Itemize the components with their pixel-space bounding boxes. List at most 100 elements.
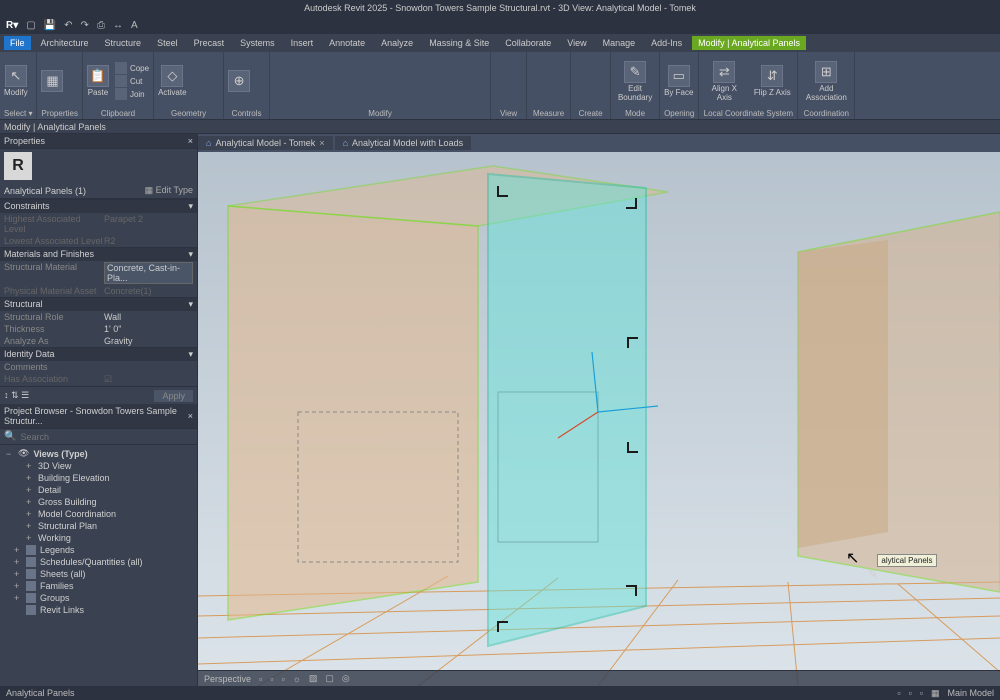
prop-row[interactable]: Physical Material AssetConcrete(1): [0, 285, 197, 297]
array-icon[interactable]: [418, 74, 432, 88]
tree-item[interactable]: +Legends: [0, 544, 197, 556]
qat-measure-icon[interactable]: ↔: [113, 20, 123, 31]
qat-open-icon[interactable]: ▢: [26, 20, 35, 31]
prop-row[interactable]: Highest Associated LevelParapet 2: [0, 213, 197, 235]
tab-steel[interactable]: Steel: [151, 36, 184, 50]
trim-icon[interactable]: [382, 74, 396, 88]
viewport[interactable]: ⌂ Analytical Model - Tomek × ⌂ Analytica…: [198, 134, 1000, 686]
tab-view[interactable]: View: [561, 36, 592, 50]
tree-item[interactable]: +Model Coordination: [0, 508, 197, 520]
tab-structure[interactable]: Structure: [99, 36, 148, 50]
tab-collaborate[interactable]: Collaborate: [499, 36, 557, 50]
prop-row[interactable]: Comments: [0, 361, 197, 373]
tree-item[interactable]: +Groups: [0, 592, 197, 604]
tab-context-modify[interactable]: Modify | Analytical Panels: [692, 36, 806, 50]
tree-item[interactable]: +Schedules/Quantities (all): [0, 556, 197, 568]
tab-massing[interactable]: Massing & Site: [423, 36, 495, 50]
tab-annotate[interactable]: Annotate: [323, 36, 371, 50]
cut-button[interactable]: Cope: [115, 62, 149, 74]
prop-row[interactable]: Has Association☑: [0, 373, 197, 386]
view-tab[interactable]: ⌂ Analytical Model with Loads: [335, 136, 472, 150]
select-pinned-icon[interactable]: ▫: [920, 688, 923, 698]
crop-icon[interactable]: ▢: [325, 673, 334, 684]
prop-row[interactable]: Structural MaterialConcrete, Cast-in-Pla…: [0, 261, 197, 285]
qat-redo-icon[interactable]: ↷: [81, 20, 89, 31]
prop-row[interactable]: Analyze AsGravity: [0, 335, 197, 347]
align-icon[interactable]: [274, 74, 288, 88]
qat-more-icon[interactable]: A: [131, 20, 138, 31]
close-icon[interactable]: ×: [319, 138, 324, 148]
tab-file[interactable]: File: [4, 36, 31, 50]
view-tab[interactable]: ⌂ Analytical Model - Tomek ×: [198, 136, 333, 150]
offset-icon[interactable]: [292, 74, 306, 88]
prop-section-header[interactable]: Identity Data▾: [0, 347, 197, 361]
tab-analyze[interactable]: Analyze: [375, 36, 419, 50]
flip-z-button[interactable]: ⇵Flip Z Axis: [751, 65, 793, 97]
paste-button[interactable]: 📋Paste: [87, 65, 109, 97]
search-input[interactable]: [20, 432, 193, 442]
tab-manage[interactable]: Manage: [597, 36, 642, 50]
edit-type-button[interactable]: ▦ Edit Type: [145, 185, 193, 196]
tree-item[interactable]: Revit Links: [0, 604, 197, 616]
expand-icon[interactable]: ☰: [21, 390, 29, 400]
visual-style-icon[interactable]: ▫: [281, 674, 284, 684]
detail-icon[interactable]: ▫: [270, 674, 273, 684]
prop-row[interactable]: Structural RoleWall: [0, 311, 197, 323]
tab-insert[interactable]: Insert: [285, 36, 320, 50]
status-workset[interactable]: Main Model: [947, 688, 994, 698]
controls-button[interactable]: ⊕: [228, 70, 250, 92]
split-icon[interactable]: [400, 74, 414, 88]
filter-icon[interactable]: ⇅: [11, 390, 19, 400]
scale-icon[interactable]: ▫: [259, 674, 262, 684]
sort-icon[interactable]: ↕: [4, 390, 9, 400]
tree-item[interactable]: +Families: [0, 580, 197, 592]
pin-icon[interactable]: [454, 74, 468, 88]
scene-3d[interactable]: [198, 152, 1000, 686]
delete-icon[interactable]: [472, 74, 486, 88]
tree-item[interactable]: +Working: [0, 532, 197, 544]
tree-item[interactable]: +Sheets (all): [0, 568, 197, 580]
close-icon[interactable]: ×: [188, 411, 193, 421]
select-links-icon[interactable]: ▫: [897, 688, 900, 698]
tab-addins[interactable]: Add-Ins: [645, 36, 688, 50]
join-button[interactable]: Join: [115, 88, 149, 100]
qat-save-icon[interactable]: 💾: [44, 20, 56, 31]
view-mode-label[interactable]: Perspective: [204, 674, 251, 684]
prop-row[interactable]: Thickness1' 0": [0, 323, 197, 335]
modify-button[interactable]: ↖ Modify: [4, 65, 28, 97]
copy-icon[interactable]: [346, 74, 360, 88]
create-icon[interactable]: [575, 73, 591, 89]
tree-item[interactable]: +3D View: [0, 460, 197, 472]
type-selector[interactable]: Analytical Panels (1): [4, 186, 86, 196]
tree-root-views[interactable]: −👁Views (Type): [0, 447, 197, 460]
edit-boundary-button[interactable]: ✎Edit Boundary: [615, 61, 655, 102]
prop-section-header[interactable]: Materials and Finishes▾: [0, 247, 197, 261]
apply-button[interactable]: Apply: [154, 390, 193, 402]
mirror-icon[interactable]: [310, 74, 324, 88]
prop-section-header[interactable]: Structural▾: [0, 297, 197, 311]
tree-item[interactable]: +Detail: [0, 484, 197, 496]
tab-precast[interactable]: Precast: [188, 36, 231, 50]
rotate-icon[interactable]: [364, 74, 378, 88]
sun-icon[interactable]: ☼: [293, 674, 301, 684]
move-icon[interactable]: [328, 74, 342, 88]
tree-item[interactable]: +Building Elevation: [0, 472, 197, 484]
prop-section-header[interactable]: Constraints▾: [0, 199, 197, 213]
qat-undo-icon[interactable]: ↶: [64, 20, 72, 31]
tab-architecture[interactable]: Architecture: [35, 36, 95, 50]
properties-button[interactable]: ▦: [41, 70, 63, 92]
tab-systems[interactable]: Systems: [234, 36, 281, 50]
hide-icon[interactable]: ◎: [342, 673, 350, 684]
view-icon[interactable]: [495, 73, 511, 89]
shadow-icon[interactable]: ▨: [309, 673, 318, 684]
align-x-button[interactable]: ⇄Align X Axis: [703, 61, 745, 102]
activate-button[interactable]: ◇Activate: [158, 65, 186, 97]
scale-icon[interactable]: [436, 74, 450, 88]
add-association-button[interactable]: ⊞Add Association: [802, 61, 850, 102]
close-icon[interactable]: ×: [188, 136, 193, 146]
tree-item[interactable]: +Structural Plan: [0, 520, 197, 532]
tree-item[interactable]: +Gross Building: [0, 496, 197, 508]
prop-row[interactable]: Lowest Associated LevelR2: [0, 235, 197, 247]
select-underlay-icon[interactable]: ▫: [909, 688, 912, 698]
workset-icon[interactable]: ▦: [931, 688, 940, 699]
